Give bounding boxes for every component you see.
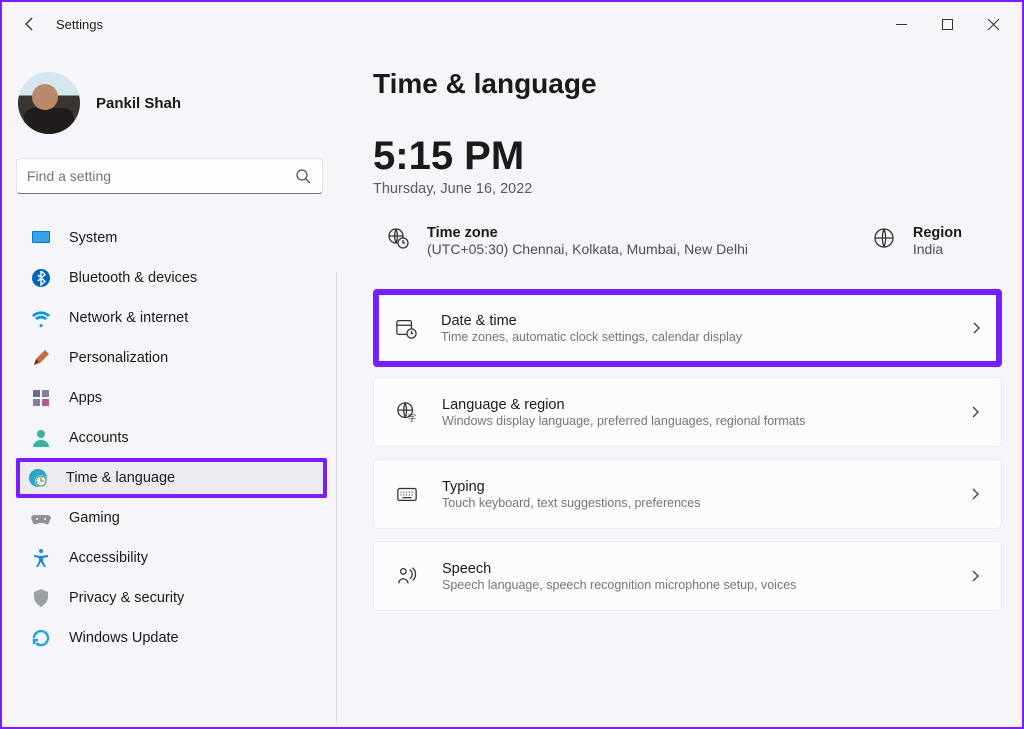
close-icon (988, 19, 999, 30)
wifi-icon (31, 308, 51, 328)
apps-icon (31, 388, 51, 408)
gamepad-icon (31, 508, 51, 528)
speech-icon (396, 564, 418, 588)
profile-block[interactable]: Pankil Shah (16, 66, 331, 158)
card-subtitle: Time zones, automatic clock settings, ca… (441, 330, 944, 344)
back-button[interactable] (14, 8, 46, 40)
person-icon (31, 428, 51, 448)
sidebar-item-time-language[interactable]: Time & language (16, 458, 327, 498)
chevron-right-icon (968, 321, 984, 335)
shield-icon (31, 588, 51, 608)
sidebar-nav: System Bluetooth & devices Network & int… (16, 218, 331, 727)
date-display: Thursday, June 16, 2022 (373, 181, 1002, 197)
sidebar-item-windows-update[interactable]: Windows Update (16, 618, 327, 658)
minimize-icon (896, 19, 907, 30)
sidebar-item-label: Gaming (69, 510, 120, 526)
sidebar-item-bluetooth[interactable]: Bluetooth & devices (16, 258, 327, 298)
card-date-time[interactable]: Date & time Time zones, automatic clock … (373, 289, 1002, 367)
arrow-left-icon (22, 16, 38, 32)
globe-lang-icon: 字 (396, 400, 418, 424)
search-icon (294, 168, 312, 184)
sidebar-item-label: Privacy & security (69, 590, 184, 606)
clock-display: 5:15 PM (373, 134, 1002, 179)
sidebar-item-accessibility[interactable]: Accessibility (16, 538, 327, 578)
globe-clock-icon (387, 227, 409, 249)
sidebar-item-label: Accounts (69, 430, 129, 446)
card-title: Speech (442, 561, 943, 577)
chevron-right-icon (967, 569, 983, 583)
clock-globe-icon (28, 468, 48, 488)
card-title: Typing (442, 479, 943, 495)
chevron-right-icon (967, 487, 983, 501)
sidebar-item-personalization[interactable]: Personalization (16, 338, 327, 378)
sidebar-item-system[interactable]: System (16, 218, 327, 258)
sidebar-item-gaming[interactable]: Gaming (16, 498, 327, 538)
profile-name: Pankil Shah (96, 95, 181, 112)
sidebar-item-privacy[interactable]: Privacy & security (16, 578, 327, 618)
sidebar-item-apps[interactable]: Apps (16, 378, 327, 418)
sidebar-item-label: Network & internet (69, 310, 188, 326)
svg-text:字: 字 (408, 413, 416, 423)
card-subtitle: Windows display language, preferred lang… (442, 414, 943, 428)
globe-icon (873, 227, 895, 249)
sidebar-item-accounts[interactable]: Accounts (16, 418, 327, 458)
card-typing[interactable]: Typing Touch keyboard, text suggestions,… (373, 459, 1002, 529)
maximize-icon (942, 19, 953, 30)
card-title: Date & time (441, 313, 944, 329)
window-controls (878, 8, 1016, 40)
keyboard-icon (396, 482, 418, 506)
calendar-clock-icon (395, 316, 417, 340)
close-button[interactable] (970, 8, 1016, 40)
sidebar-item-label: Windows Update (69, 630, 179, 646)
sidebar-item-label: Apps (69, 390, 102, 406)
timezone-value: (UTC+05:30) Chennai, Kolkata, Mumbai, Ne… (427, 241, 748, 257)
card-subtitle: Touch keyboard, text suggestions, prefer… (442, 496, 943, 510)
timezone-title: Time zone (427, 225, 748, 241)
main-content: Time & language 5:15 PM Thursday, June 1… (337, 46, 1022, 727)
card-title: Language & region (442, 397, 943, 413)
card-subtitle: Speech language, speech recognition micr… (442, 578, 943, 592)
page-title: Time & language (373, 68, 1002, 100)
search-input[interactable] (27, 168, 294, 184)
sidebar: Pankil Shah System Bluetooth & devices N… (2, 46, 337, 727)
brush-icon (31, 348, 51, 368)
accessibility-icon (31, 548, 51, 568)
sidebar-item-network[interactable]: Network & internet (16, 298, 327, 338)
titlebar: Settings (2, 2, 1022, 46)
card-language-region[interactable]: 字 Language & region Windows display lang… (373, 377, 1002, 447)
chevron-right-icon (967, 405, 983, 419)
sidebar-item-label: Personalization (69, 350, 168, 366)
update-icon (31, 628, 51, 648)
sidebar-item-label: Accessibility (69, 550, 148, 566)
avatar (18, 72, 80, 134)
sidebar-divider (336, 272, 337, 723)
info-row: Time zone (UTC+05:30) Chennai, Kolkata, … (387, 225, 1002, 257)
monitor-icon (31, 228, 51, 248)
sidebar-item-label: Time & language (66, 470, 175, 486)
window-title: Settings (56, 17, 103, 32)
region-block: Region India (873, 225, 962, 257)
minimize-button[interactable] (878, 8, 924, 40)
region-title: Region (913, 225, 962, 241)
search-input-container[interactable] (16, 158, 323, 194)
sidebar-item-label: Bluetooth & devices (69, 270, 197, 286)
timezone-block: Time zone (UTC+05:30) Chennai, Kolkata, … (387, 225, 748, 257)
region-value: India (913, 241, 962, 257)
bluetooth-icon (31, 268, 51, 288)
card-speech[interactable]: Speech Speech language, speech recogniti… (373, 541, 1002, 611)
sidebar-item-label: System (69, 230, 117, 246)
maximize-button[interactable] (924, 8, 970, 40)
